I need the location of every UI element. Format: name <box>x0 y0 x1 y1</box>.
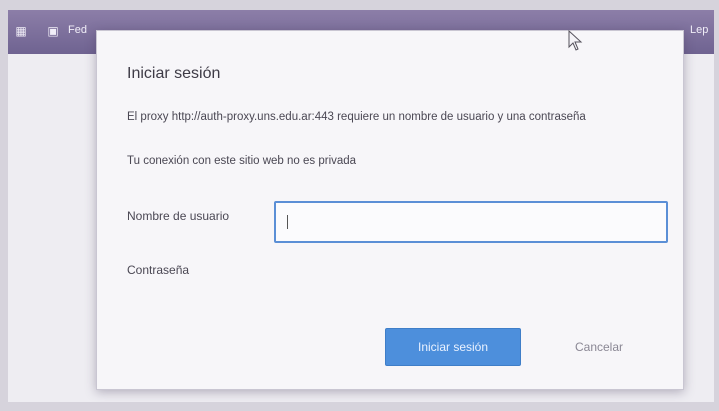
toolbar-tab-label[interactable]: Fed <box>68 24 87 36</box>
grid-icon[interactable]: ▦ <box>14 24 28 38</box>
password-label: Contraseña <box>127 263 190 277</box>
username-label: Nombre de usuario <box>127 209 230 223</box>
cancel-button[interactable]: Cancelar <box>549 328 649 366</box>
login-button[interactable]: Iniciar sesión <box>385 328 521 366</box>
dialog-message: El proxy http://auth-proxy.uns.edu.ar:44… <box>127 111 586 123</box>
toolbar-right-label[interactable]: Lep <box>690 24 708 36</box>
dialog-title: Iniciar sesión <box>127 65 221 82</box>
username-input[interactable] <box>274 201 668 243</box>
text-caret <box>287 215 288 229</box>
mouse-cursor-icon <box>568 30 583 51</box>
image-icon[interactable]: ▣ <box>46 24 60 38</box>
screen: ▦ ▣ Fed Lep Iniciar sesión El proxy http… <box>8 10 714 402</box>
login-dialog: Iniciar sesión El proxy http://auth-prox… <box>96 30 684 390</box>
privacy-notice: Tu conexión con este sitio web no es pri… <box>127 155 357 167</box>
